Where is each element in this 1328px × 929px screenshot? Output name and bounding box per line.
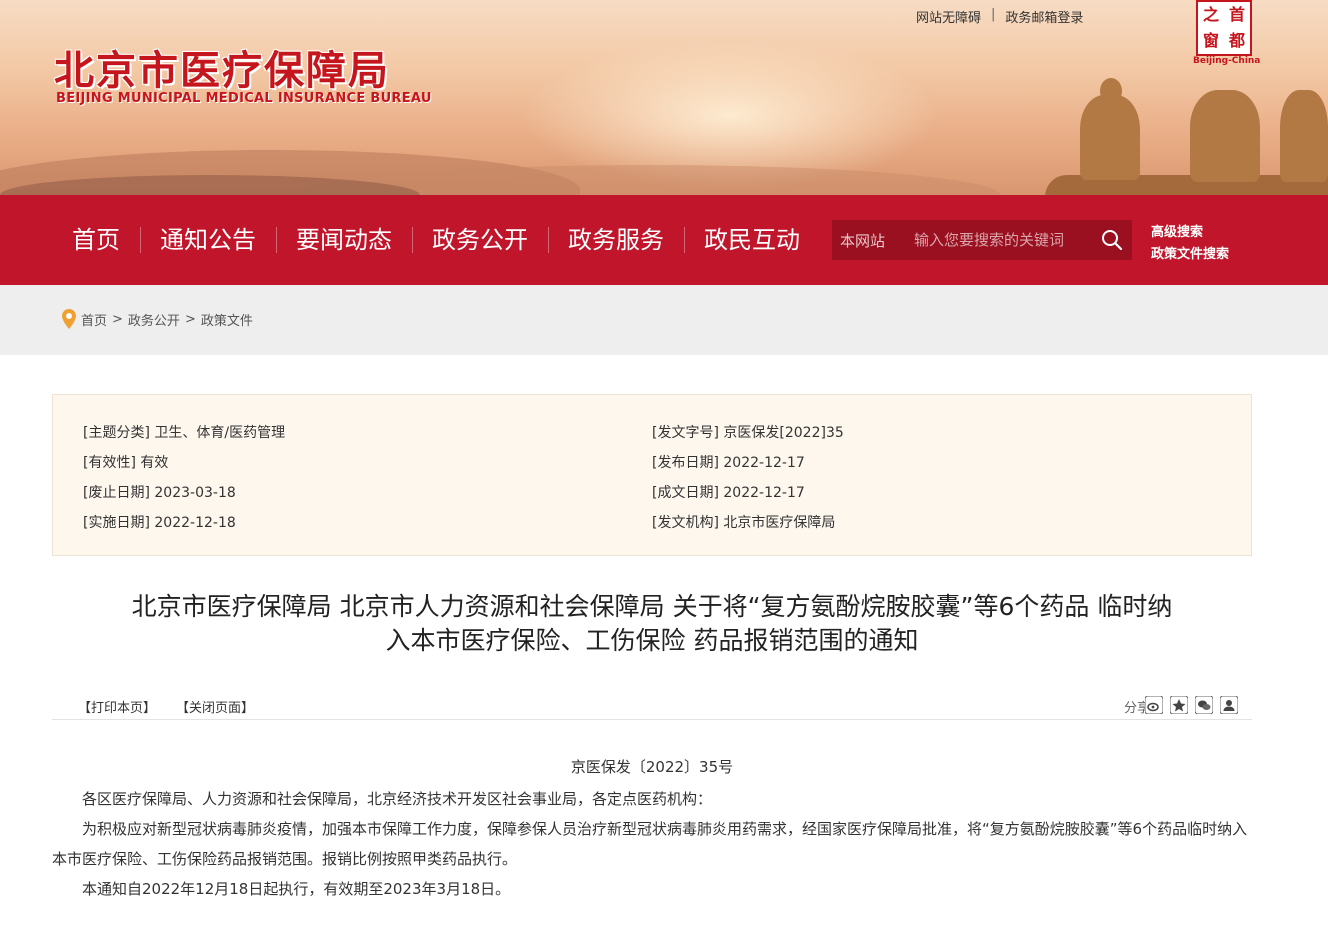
person-share-icon[interactable] (1219, 695, 1239, 715)
capital-window-seal[interactable]: 之 首 窗 都 (1196, 0, 1252, 56)
meta-label: [有效性] (83, 455, 136, 471)
qzone-icon[interactable] (1169, 695, 1189, 715)
accessibility-link[interactable]: 网站无障碍 (916, 7, 981, 26)
location-pin-icon (62, 309, 76, 329)
gov-mail-login-link[interactable]: 政务邮箱登录 (1005, 7, 1083, 26)
weibo-icon[interactable] (1144, 695, 1164, 715)
sculpture-figure (1080, 95, 1140, 180)
document-number: 京医保发〔2022〕35号 (570, 758, 734, 776)
nav-item-gov-services[interactable]: 政务服务 (548, 195, 684, 285)
meta-value: 北京市医疗保障局 (723, 515, 836, 531)
sculpture-figure (1280, 90, 1328, 182)
header-banner: 北京市医疗保障局 BEIJING MUNICIPAL MEDICAL INSUR… (0, 0, 1328, 195)
advanced-search-link[interactable]: 高级搜索 (1151, 222, 1229, 244)
meta-issuing-agency: [发文机构] 北京市医疗保障局 (652, 512, 835, 532)
meta-label: [废止日期] (83, 485, 150, 501)
document-meta-box: [主题分类] 卫生、体育/医药管理 [有效性] 有效 [废止日期] 2023-0… (52, 394, 1252, 556)
sculpture-figure (1100, 78, 1122, 104)
search-input[interactable] (912, 230, 1092, 250)
meta-value: 有效 (140, 455, 169, 471)
body-paragraph: 为积极应对新型冠状病毒肺炎疫情，加强本市保障工作力度，保障参保人员治疗新型冠状病… (52, 820, 1248, 868)
nav-item-interaction[interactable]: 政民互动 (684, 195, 820, 285)
close-page-link[interactable]: 【关闭页面】 (176, 697, 254, 716)
breadcrumb-separator: > (112, 311, 123, 327)
seal-char: 窗 (1202, 31, 1219, 50)
meta-repeal-date: [废止日期] 2023-03-18 (83, 482, 236, 502)
meta-value: 京医保发[2022]35 (723, 425, 844, 441)
breadcrumb: 首页 > 政务公开 > 政策文件 (62, 309, 253, 329)
print-page-link[interactable]: 【打印本页】 (78, 697, 156, 716)
seal-char: 都 (1228, 31, 1245, 50)
sculpture-figure (1190, 90, 1260, 182)
search-links: 高级搜索 政策文件搜索 (1151, 222, 1229, 266)
meta-label: [发布日期] (652, 455, 719, 471)
site-logo-chinese[interactable]: 北京市医疗保障局 (54, 38, 390, 96)
site-logo-english: BEIJING MUNICIPAL MEDICAL INSURANCE BURE… (56, 91, 432, 106)
main-nav: 首页 通知公告 要闻动态 政务公开 政务服务 政民互动 本网站 (0, 195, 1328, 285)
article-tools: 【打印本页】 【关闭页面】 分享 (52, 690, 1252, 720)
policy-search-link[interactable]: 政策文件搜索 (1151, 244, 1229, 266)
share-icons (1144, 695, 1239, 715)
breadcrumb-bar: 首页 > 政务公开 > 政策文件 (0, 285, 1328, 355)
breadcrumb-policy-docs[interactable]: 政策文件 (201, 310, 253, 329)
meta-value: 2023-03-18 (154, 485, 236, 501)
meta-topic: [主题分类] 卫生、体育/医药管理 (83, 422, 285, 442)
seal-char: 之 (1202, 5, 1219, 24)
article-title: 北京市医疗保障局 北京市人力资源和社会保障局 关于将“复方氨酚烷胺胶囊”等6个药… (52, 590, 1252, 658)
article-title-line: 北京市医疗保障局 北京市人力资源和社会保障局 关于将“复方氨酚烷胺胶囊”等6个药… (131, 592, 1173, 621)
meta-value: 2022-12-18 (154, 515, 236, 531)
nav-item-home[interactable]: 首页 (52, 195, 140, 285)
breadcrumb-gov-affairs[interactable]: 政务公开 (128, 310, 180, 329)
nav-menu: 首页 通知公告 要闻动态 政务公开 政务服务 政民互动 (52, 195, 820, 285)
top-links: 网站无障碍 | 政务邮箱登录 (916, 7, 1083, 26)
meta-written-date: [成文日期] 2022-12-17 (652, 482, 805, 502)
search-icon[interactable] (1100, 228, 1124, 252)
link-separator: | (991, 7, 996, 22)
meta-effective-date: [实施日期] 2022-12-18 (83, 512, 236, 532)
nav-item-notices[interactable]: 通知公告 (140, 195, 276, 285)
meta-doc-number: [发文字号] 京医保发[2022]35 (652, 422, 844, 442)
seal-caption: Beijing-China (1193, 56, 1261, 66)
meta-publish-date: [发布日期] 2022-12-17 (652, 452, 805, 472)
meta-label: [实施日期] (83, 515, 150, 531)
meta-label: [主题分类] (83, 425, 150, 441)
recipients-paragraph: 各区医疗保障局、人力资源和社会保障局，北京经济技术开发区社会事业局，各定点医药机… (82, 790, 713, 808)
breadcrumb-home[interactable]: 首页 (81, 310, 107, 329)
body-paragraph: 本通知自2022年12月18日起执行，有效期至2023年3月18日。 (82, 880, 511, 898)
article-body: 京医保发〔2022〕35号 各区医疗保障局、人力资源和社会保障局，北京经济技术开… (52, 752, 1252, 904)
meta-label: [发文机构] (652, 515, 719, 531)
wechat-icon[interactable] (1194, 695, 1214, 715)
meta-label: [发文字号] (652, 425, 719, 441)
meta-label: [成文日期] (652, 485, 719, 501)
meta-value: 卫生、体育/医药管理 (154, 425, 286, 441)
meta-value: 2022-12-17 (723, 485, 805, 501)
seal-char: 首 (1228, 5, 1245, 24)
meta-validity: [有效性] 有效 (83, 452, 168, 472)
article-title-line: 入本市医疗保险、工伤保险 药品报销范围的通知 (385, 626, 919, 655)
nav-item-news[interactable]: 要闻动态 (276, 195, 412, 285)
meta-value: 2022-12-17 (723, 455, 805, 471)
search-scope[interactable]: 本网站 (832, 230, 912, 251)
nav-item-gov-affairs[interactable]: 政务公开 (412, 195, 548, 285)
site-search: 本网站 (832, 220, 1132, 260)
breadcrumb-separator: > (184, 311, 196, 327)
